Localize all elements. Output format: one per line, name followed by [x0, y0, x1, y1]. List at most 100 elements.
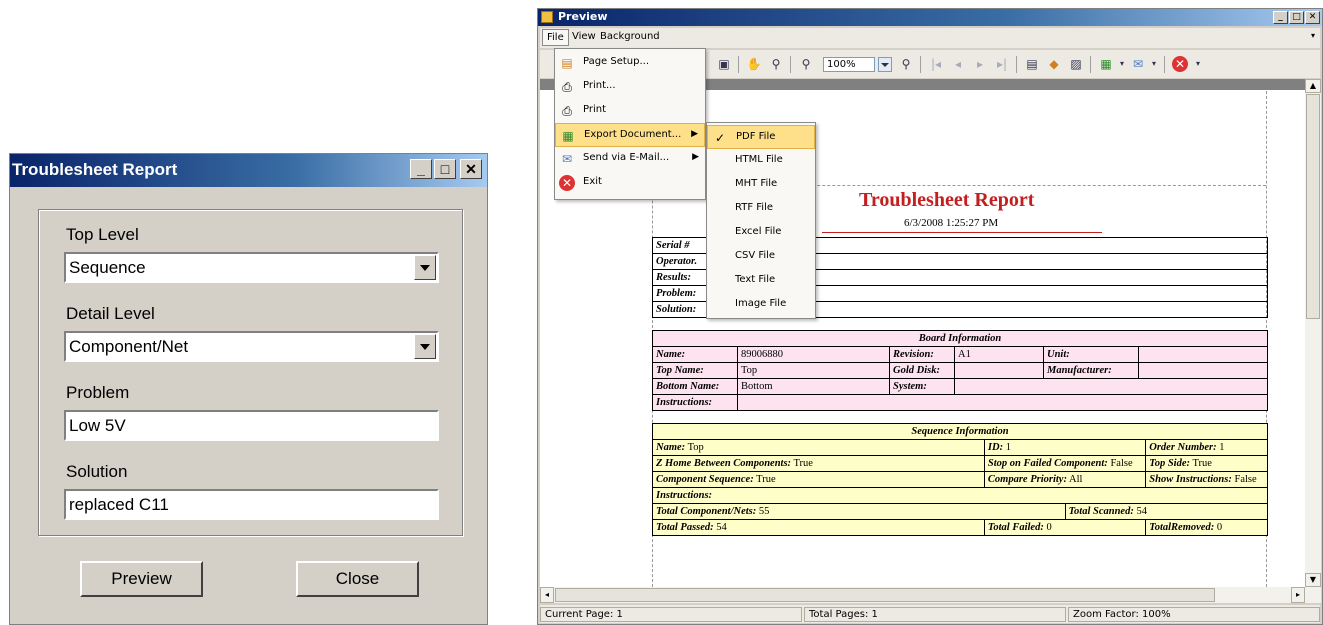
solution-input[interactable]: replaced C11 — [64, 489, 439, 520]
total-passed-label: Total Passed: — [656, 522, 714, 533]
close-button[interactable]: Close — [296, 561, 419, 597]
detail-level-select[interactable]: Component/Net — [64, 331, 439, 362]
export-text[interactable]: Text File — [707, 269, 815, 293]
previous-page-icon[interactable]: ◂ — [950, 56, 966, 72]
toolbar-separator — [1164, 56, 1165, 73]
vertical-scrollbar[interactable]: ▲ ▼ — [1305, 79, 1321, 603]
scroll-thumb[interactable] — [1306, 94, 1320, 319]
menu-item-label: Export Document... — [584, 129, 682, 140]
last-page-icon[interactable]: ▸| — [994, 56, 1010, 72]
chevron-down-icon[interactable]: ▾ — [1311, 31, 1315, 40]
export-label: Image File — [735, 298, 787, 309]
maximize-button[interactable]: □ — [1289, 11, 1304, 24]
menu-bar: File View Background ▾ — [540, 28, 1320, 48]
menu-background[interactable]: Background — [600, 31, 660, 42]
menu-item-exit[interactable]: ✕ Exit — [555, 171, 705, 195]
chevron-down-icon[interactable]: ▾ — [1190, 56, 1206, 72]
scroll-left-icon[interactable]: ◂ — [540, 587, 554, 603]
unit-label: Unit: — [1043, 346, 1139, 363]
maximize-button[interactable]: □ — [434, 159, 456, 179]
first-page-icon[interactable]: |◂ — [928, 56, 944, 72]
detail-level-value: Component/Net — [69, 337, 189, 356]
hand-tool-icon[interactable]: ✋ — [746, 56, 762, 72]
preview-button[interactable]: Preview — [80, 561, 203, 597]
export-pdf[interactable]: ✓ PDF File — [707, 125, 815, 149]
manufacturer-label: Manufacturer: — [1043, 362, 1139, 379]
menu-view[interactable]: View — [572, 31, 596, 42]
solution-label: Solution — [66, 462, 128, 481]
color-icon[interactable]: ◆ — [1046, 56, 1062, 72]
menu-item-print[interactable]: ⎙ Print — [555, 99, 705, 123]
zoom-dropdown[interactable] — [878, 57, 892, 72]
stop-failed-value: False — [1110, 458, 1133, 469]
email-icon[interactable]: ✉ — [1130, 56, 1146, 72]
export-image[interactable]: Image File — [707, 293, 815, 317]
export-label: Text File — [735, 274, 776, 285]
chevron-down-icon[interactable]: ▾ — [1114, 56, 1130, 72]
current-page-status: Current Page: 1 — [540, 607, 802, 622]
export-icon[interactable]: ▦ — [1098, 56, 1114, 72]
export-label: HTML File — [735, 154, 783, 165]
scroll-down-icon[interactable]: ▼ — [1305, 573, 1321, 587]
zoom-in-icon[interactable]: ⚲ — [898, 56, 914, 72]
stop-failed-label: Stop on Failed Component: — [987, 458, 1108, 469]
export-mht[interactable]: MHT File — [707, 173, 815, 197]
minimize-button[interactable]: _ — [410, 159, 432, 179]
scroll-right-icon[interactable]: ▸ — [1291, 587, 1305, 603]
close-window-button[interactable]: ✕ — [460, 159, 482, 179]
seq-instructions-label: Instructions: — [656, 490, 713, 501]
export-submenu: ✓ PDF File HTML File MHT File RTF File Ex… — [706, 122, 816, 319]
chevron-down-icon[interactable] — [414, 334, 436, 359]
next-page-icon[interactable]: ▸ — [972, 56, 988, 72]
menu-item-label: Page Setup... — [583, 56, 650, 67]
status-bar: Current Page: 1 Total Pages: 1 Zoom Fact… — [540, 605, 1320, 623]
chevron-down-icon[interactable] — [414, 255, 436, 280]
export-csv[interactable]: CSV File — [707, 245, 815, 269]
watermark-icon[interactable]: ▨ — [1068, 56, 1084, 72]
problem-value: Low 5V — [69, 416, 126, 435]
preview-title-bar[interactable]: Preview _ □ ✕ — [538, 9, 1322, 26]
toolbar-separator — [920, 56, 921, 73]
top-level-label: Top Level — [66, 225, 139, 244]
problem-input[interactable]: Low 5V — [64, 410, 439, 441]
scroll-up-icon[interactable]: ▲ — [1305, 79, 1321, 93]
menu-item-print-dialog[interactable]: ⎙ Print... — [555, 75, 705, 99]
manufacturer-value — [1138, 362, 1268, 379]
magnifier-icon[interactable]: ⚲ — [768, 56, 784, 72]
menu-item-export-document[interactable]: ▦ Export Document... ▶ — [555, 123, 705, 147]
export-excel[interactable]: Excel File — [707, 221, 815, 245]
submenu-arrow-icon: ▶ — [691, 129, 698, 139]
export-html[interactable]: HTML File — [707, 149, 815, 173]
zoom-out-icon[interactable]: ⚲ — [798, 56, 814, 72]
board-name-label: Name: — [652, 346, 738, 363]
close-window-button[interactable]: ✕ — [1305, 11, 1320, 24]
total-passed-value: 54 — [716, 522, 727, 533]
export-rtf[interactable]: RTF File — [707, 197, 815, 221]
scroll-thumb[interactable] — [555, 588, 1215, 602]
page-setup-icon: ▤ — [561, 56, 573, 70]
menu-item-page-setup[interactable]: ▤ Page Setup... — [555, 51, 705, 75]
solution-value: replaced C11 — [69, 495, 169, 514]
board-instructions-label: Instructions: — [652, 394, 738, 411]
total-removed-value: 0 — [1216, 522, 1223, 533]
menu-file[interactable]: File — [542, 29, 569, 46]
horizontal-scrollbar[interactable]: ◂ ▸ — [540, 587, 1305, 603]
chevron-down-icon[interactable]: ▾ — [1146, 56, 1162, 72]
total-scanned-value: 54 — [1136, 506, 1147, 517]
preview-window: Preview _ □ ✕ File View Background ▾ ▣ ✋… — [537, 8, 1323, 625]
save-icon[interactable]: ▣ — [716, 56, 732, 72]
top-level-select[interactable]: Sequence — [64, 252, 439, 283]
board-info-table: Board Information Name: 89006880 Revisio… — [652, 330, 1268, 411]
exit-icon[interactable]: ✕ — [1172, 56, 1188, 72]
gold-disk-value — [954, 362, 1044, 379]
report-date: 6/3/2008 1:25:27 PM — [904, 217, 999, 229]
zhome-value: True — [793, 458, 813, 469]
zoom-input[interactable]: 100% — [823, 57, 875, 72]
toolbar-separator — [790, 56, 791, 73]
menu-item-send-email[interactable]: ✉ Send via E-Mail... ▶ — [555, 147, 705, 171]
detail-level-label: Detail Level — [66, 304, 155, 323]
multipage-icon[interactable]: ▤ — [1024, 56, 1040, 72]
minimize-button[interactable]: _ — [1273, 11, 1288, 24]
dialog-title-bar[interactable]: Troublesheet Report _ □ ✕ — [10, 154, 487, 187]
export-label: RTF File — [735, 202, 773, 213]
